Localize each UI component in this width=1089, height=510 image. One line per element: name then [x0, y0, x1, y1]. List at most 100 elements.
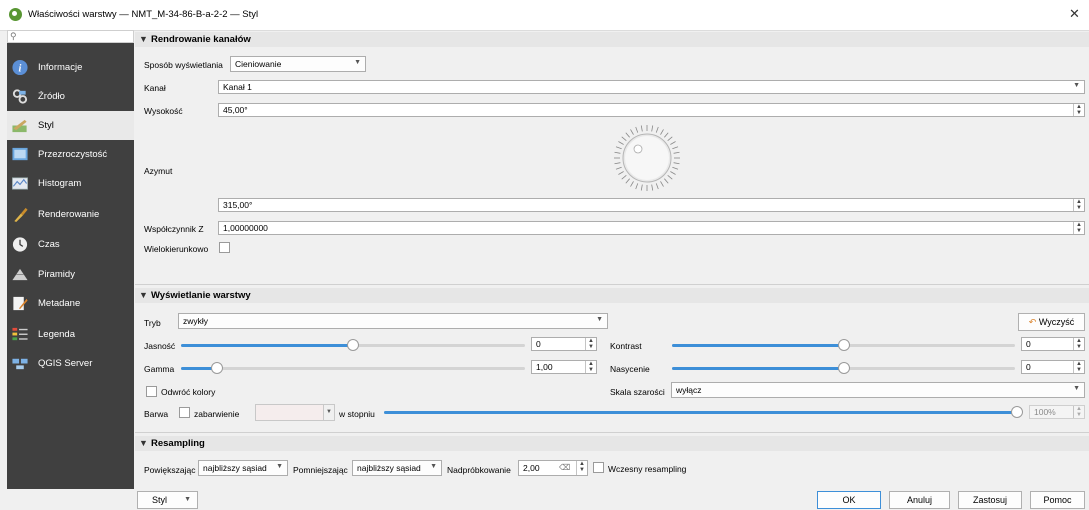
dial-tick	[660, 129, 664, 135]
dial-tick	[673, 162, 680, 165]
oversampling-label: Nadpróbkowanie	[447, 465, 511, 475]
source-icon	[12, 89, 28, 104]
chevron-down-icon: ▼	[323, 405, 334, 420]
color-picker-button[interactable]: ▼	[255, 404, 335, 421]
sidebar-item-histogram[interactable]: Histogram	[7, 169, 134, 198]
sidebar-item-styl[interactable]: Styl	[7, 111, 134, 140]
spin-arrows-icon[interactable]: ▲ ▼	[1073, 222, 1084, 234]
style-menu-button[interactable]: Styl ▼	[137, 491, 198, 509]
brightness-slider[interactable]	[181, 339, 525, 351]
azimuth-dial[interactable]	[607, 120, 687, 192]
spin-arrows-icon[interactable]: ▲ ▼	[1073, 406, 1084, 418]
saturation-spinbox[interactable]: 0 ▲ ▼	[1021, 360, 1085, 374]
gamma-spinbox[interactable]: 1,00 ▲ ▼	[531, 360, 597, 374]
spin-arrows-icon[interactable]: ▲ ▼	[585, 361, 596, 373]
style-menu-label: Styl	[152, 495, 168, 505]
band-select[interactable]: Kanał 1 ▼	[218, 80, 1085, 94]
sidebar-item-label: Przezroczystość	[38, 149, 108, 160]
gamma-value: 1,00	[536, 362, 553, 372]
altitude-spinbox[interactable]: 45,00° ▲ ▼	[218, 103, 1085, 117]
close-icon[interactable]: ✕	[1069, 6, 1080, 22]
transparency-icon	[12, 147, 28, 161]
dial-tick	[673, 151, 680, 154]
early-resampling-checkbox[interactable]	[593, 462, 604, 473]
dial-tick	[672, 146, 679, 150]
spin-arrows-icon[interactable]: ▲ ▼	[576, 461, 587, 475]
sidebar-item-renderowanie[interactable]: Renderowanie	[7, 200, 134, 229]
slider-fill	[384, 411, 1017, 414]
strength-slider[interactable]	[384, 406, 1023, 418]
sidebar-search-input[interactable]: ⚲	[7, 30, 134, 43]
search-icon: ⚲	[10, 31, 17, 41]
zoomed-in-select[interactable]: najbliższy sąsiad ▼	[198, 460, 288, 476]
cancel-button[interactable]: Anuluj	[889, 491, 950, 509]
slider-handle[interactable]	[1011, 406, 1023, 418]
ok-button[interactable]: OK	[817, 491, 881, 509]
band-rendering-header[interactable]: ▼ Rendrowanie kanałów	[135, 32, 1089, 47]
resampling-header[interactable]: ▼ Resampling	[135, 436, 1089, 451]
rendering-icon	[14, 207, 28, 223]
layer-rendering-header[interactable]: ▼ Wyświetlanie warstwy	[135, 288, 1089, 303]
invert-colors-label: Odwróć kolory	[161, 387, 216, 397]
dial-tick	[655, 126, 659, 133]
slider-handle[interactable]	[838, 362, 850, 374]
spin-arrows-icon[interactable]: ▲ ▼	[585, 338, 596, 350]
oversampling-spinbox[interactable]: 2,00 ⌫ ▲ ▼	[518, 460, 588, 476]
contrast-spinbox[interactable]: 0 ▲ ▼	[1021, 337, 1085, 351]
help-button[interactable]: Pomoc	[1030, 491, 1085, 509]
saturation-slider[interactable]	[672, 362, 1015, 374]
zoomed-in-label: Powiększając	[144, 465, 196, 475]
spin-arrows-icon[interactable]: ▲ ▼	[1073, 104, 1084, 116]
sidebar-item-przezroczystosc[interactable]: Przezroczystość	[7, 140, 134, 169]
zfactor-spinbox[interactable]: 1,00000000 ▲ ▼	[218, 221, 1085, 235]
altitude-value: 45,00°	[223, 105, 248, 115]
reset-button[interactable]: ↶ Wyczyść	[1018, 313, 1085, 331]
slider-handle[interactable]	[838, 339, 850, 351]
render-type-select[interactable]: Cieniowanie ▼	[230, 56, 366, 72]
sidebar-item-zrodlo[interactable]: Źródło	[7, 82, 134, 111]
spin-arrows-icon[interactable]: ▲ ▼	[1073, 338, 1084, 350]
azimuth-label: Azymut	[144, 166, 173, 176]
contrast-slider[interactable]	[672, 339, 1015, 351]
metadata-icon	[13, 296, 28, 311]
slider-handle[interactable]	[347, 339, 359, 351]
band-label: Kanał	[144, 83, 166, 93]
sidebar-item-label: Metadane	[38, 298, 81, 309]
blend-mode-select[interactable]: zwykły ▼	[178, 313, 608, 329]
dial-tick	[618, 141, 624, 145]
colorize-checkbox[interactable]	[179, 407, 190, 418]
sidebar-item-label: Styl	[38, 120, 54, 131]
reset-label: Wyczyść	[1038, 317, 1075, 327]
chevron-down-icon: ▼	[430, 463, 437, 470]
invert-colors-checkbox[interactable]	[146, 386, 157, 397]
slider-handle[interactable]	[211, 362, 223, 374]
sidebar-item-qgis-server[interactable]: QGIS Server	[7, 349, 134, 378]
spin-arrows-icon[interactable]: ▲ ▼	[1073, 199, 1084, 211]
azimuth-spinbox[interactable]: 315,00° ▲ ▼	[218, 198, 1085, 212]
sidebar-item-piramidy[interactable]: Piramidy	[7, 260, 134, 289]
sidebar-item-czas[interactable]: Czas	[7, 230, 134, 259]
dial-tick	[635, 126, 639, 133]
strength-spinbox[interactable]: 100% ▲ ▼	[1029, 405, 1085, 419]
multidirectional-checkbox[interactable]	[219, 242, 230, 253]
style-icon	[12, 119, 27, 133]
grayscale-label: Skala szarości	[610, 387, 665, 397]
blend-mode-value: zwykły	[183, 316, 209, 326]
spin-arrows-icon[interactable]: ▲ ▼	[1073, 361, 1084, 373]
dial-tick	[630, 181, 634, 187]
grayscale-select[interactable]: wyłącz ▼	[671, 382, 1085, 398]
info-icon: i	[12, 59, 28, 76]
sidebar-item-informacje[interactable]: i Informacje	[7, 53, 134, 82]
clear-icon[interactable]: ⌫	[559, 463, 570, 472]
title-bar: Właściwości warstwy — NMT_M-34-86-B-a-2-…	[0, 0, 1089, 31]
hue-label: Barwa	[144, 409, 169, 419]
zoomed-out-select[interactable]: najbliższy sąsiad ▼	[352, 460, 442, 476]
brightness-spinbox[interactable]: 0 ▲ ▼	[531, 337, 597, 351]
gamma-slider[interactable]	[181, 362, 525, 374]
sidebar-item-legenda[interactable]: Legenda	[7, 320, 134, 349]
apply-button[interactable]: Zastosuj	[958, 491, 1022, 509]
early-resampling-label: Wczesny resampling	[608, 464, 687, 474]
sidebar-item-label: Renderowanie	[38, 209, 100, 220]
dial-tick	[660, 181, 664, 187]
sidebar-item-metadane[interactable]: Metadane	[7, 289, 134, 318]
